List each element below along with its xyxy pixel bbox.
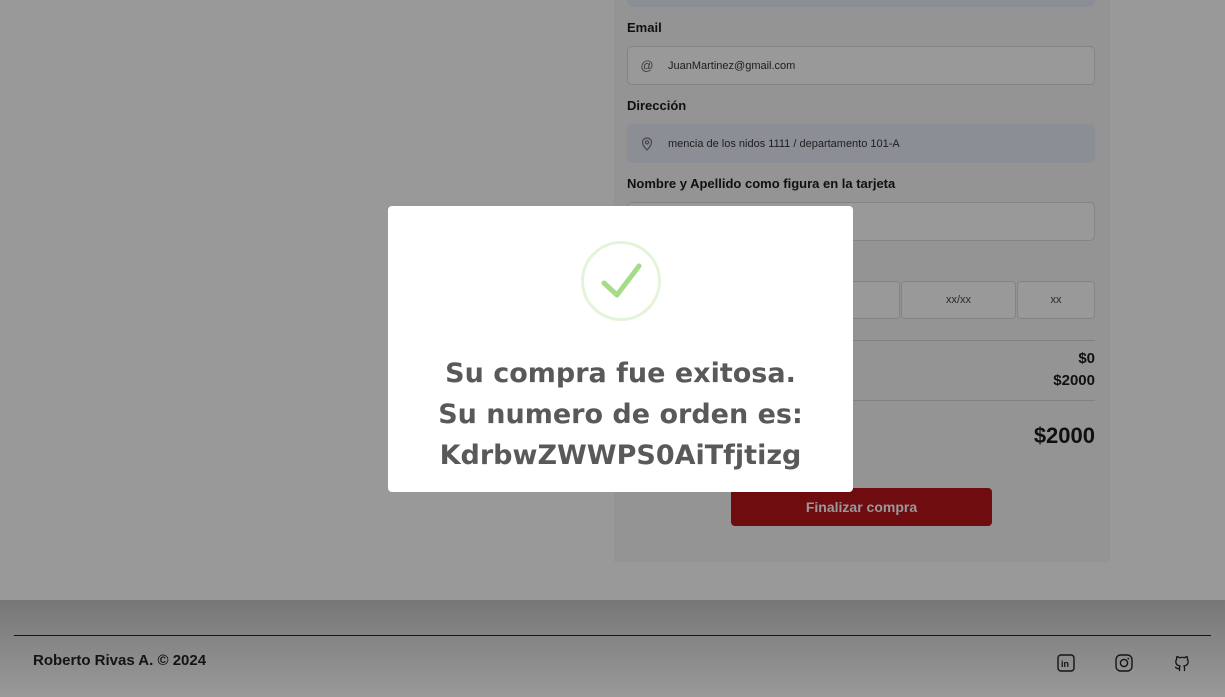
order-number-value: KdrbwZWWPS0AiTfjtizg xyxy=(439,440,802,471)
success-message: Su compra fue exitosa. xyxy=(445,358,796,389)
purchase-success-dialog: Su compra fue exitosa. Su numero de orde… xyxy=(388,206,853,492)
success-check-icon xyxy=(581,241,661,321)
order-number-label: Su numero de orden es: xyxy=(438,399,803,430)
